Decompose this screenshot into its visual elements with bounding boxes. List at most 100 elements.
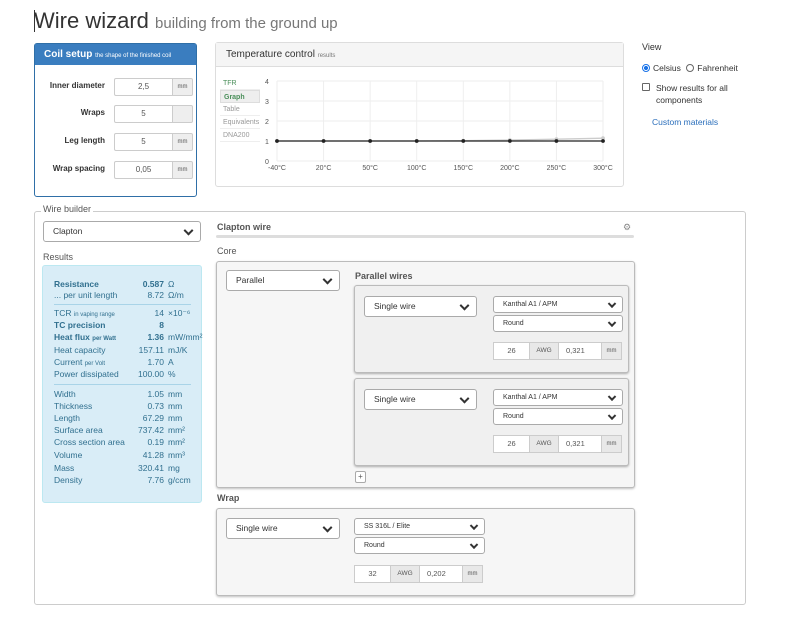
x-tick-label: -40°C [268, 164, 286, 172]
wrap-type-value: Single wire [236, 523, 278, 533]
result-unit: g/ccm [168, 475, 191, 485]
result-note: per Watt [92, 336, 117, 342]
chevron-down-icon [607, 392, 617, 401]
result-value: 1.05 [147, 389, 164, 399]
result-unit: mm² [168, 425, 185, 435]
result-key: Mass [54, 463, 75, 473]
results-divider [54, 384, 191, 385]
celsius-radio[interactable] [642, 64, 650, 72]
result-key: Cross section area [54, 437, 125, 447]
result-value: 0.73 [147, 401, 164, 411]
result-unit: mg [168, 463, 180, 473]
result-unit: mW/mm² [168, 332, 203, 342]
inner-diameter-unit: mm [172, 78, 193, 96]
result-value: 737.42 [138, 425, 164, 435]
chevron-down-icon [469, 521, 479, 530]
wrap-material-value: SS 316L / Elite [364, 523, 411, 530]
page-subtitle: building from the ground up [155, 15, 338, 32]
result-unit: ×10⁻⁶ [168, 308, 191, 318]
result-unit: mm³ [168, 450, 185, 460]
data-point [507, 139, 512, 143]
show-all-checkbox[interactable] [642, 83, 650, 91]
result-key: Current [54, 357, 83, 367]
result-unit: A [168, 357, 174, 367]
wire-2-unit: mm [601, 435, 622, 453]
gear-icon[interactable]: ⚙ [623, 222, 631, 233]
wire-2-gauge-input[interactable]: 26 [493, 435, 530, 453]
wire-1-shape-select[interactable]: Round [493, 315, 623, 332]
wire-2-type-value: Single wire [374, 394, 416, 404]
custom-materials-link[interactable]: Custom materials [652, 117, 718, 127]
coil-setup-panel: Coil setup the shape of the finished coi… [34, 43, 197, 197]
wire-1-type-select[interactable]: Single wire [364, 296, 477, 317]
wire-2-material-value: Kanthal A1 / APM [503, 394, 558, 401]
wrap-shape-select[interactable]: Round [354, 537, 485, 554]
result-value: 41.28 [142, 450, 164, 460]
wire-2-type-select[interactable]: Single wire [364, 389, 477, 410]
wire-1-unit: mm [601, 342, 622, 360]
wrap-gauge-group: 32 AWG 0,202 mm [354, 565, 484, 583]
result-value: 100.00 [138, 369, 164, 379]
result-row: Surface area 737.42 mm² [54, 425, 194, 436]
show-all-option: Show results for all components [642, 82, 752, 106]
result-unit: mm² [168, 437, 185, 447]
wrap-material-select[interactable]: SS 316L / Elite [354, 518, 485, 535]
wire-2-shape-select[interactable]: Round [493, 408, 623, 425]
wire-2-awg-toggle[interactable]: AWG [529, 435, 559, 453]
wire-1-awg-toggle[interactable]: AWG [529, 342, 559, 360]
data-point [275, 139, 279, 143]
wire-2-material-select[interactable]: Kanthal A1 / APM [493, 389, 623, 406]
wrap-spacing-input[interactable]: 0,05 [114, 161, 173, 179]
wrap-spacing-unit: mm [172, 161, 193, 179]
wire-type-select[interactable]: Clapton [43, 221, 201, 242]
result-row: Length 67.29 mm [54, 413, 194, 424]
coil-setup-note: the shape of the finished coil [95, 53, 172, 59]
wrap-awg-toggle[interactable]: AWG [390, 565, 420, 583]
result-row: Mass 320.41 mg [54, 463, 194, 474]
result-key: Width [54, 389, 76, 399]
result-key: Volume [54, 450, 83, 460]
chevron-down-icon [183, 225, 194, 236]
wraps-input[interactable]: 5 [114, 105, 173, 123]
wrap-gauge-input[interactable]: 32 [354, 565, 391, 583]
chevron-down-icon [459, 300, 470, 311]
result-unit: mm [168, 401, 183, 411]
result-value: 1.36 [147, 332, 164, 342]
result-key: TCR [54, 308, 72, 318]
chevron-down-icon [459, 393, 470, 404]
wraps-unit [172, 105, 193, 123]
chevron-down-icon [607, 411, 617, 420]
result-unit: Ω/m [168, 290, 184, 300]
fahrenheit-radio[interactable] [686, 64, 695, 72]
wire-1-gauge-input[interactable]: 26 [493, 342, 530, 360]
leg-length-label: Leg length [64, 136, 105, 145]
temperature-chart: 01234-40°C 20°C 50°C 100°C 150°C 200°C 250°C 30… [265, 79, 613, 172]
inner-diameter-row: Inner diameter 2,5 mm [35, 78, 198, 96]
results-divider [54, 304, 191, 305]
chevron-down-icon [322, 522, 333, 533]
data-point [461, 139, 466, 143]
show-all-label: Show results for all components [656, 83, 728, 105]
add-wire-button[interactable]: + [355, 471, 366, 483]
clapton-wire-label: Clapton wire [217, 222, 272, 232]
core-label: Core [217, 246, 237, 256]
chevron-down-icon [322, 274, 333, 285]
inner-diameter-input[interactable]: 2,5 [114, 78, 173, 96]
wrap-type-select[interactable]: Single wire [226, 518, 340, 539]
wire-1-diameter-input[interactable]: 0,321 [558, 342, 602, 360]
result-row: Current per Volt 1.70 A [54, 357, 194, 368]
coil-setup-header: Coil setup the shape of the finished coi… [35, 44, 196, 65]
leg-length-input[interactable]: 5 [114, 133, 173, 151]
x-tick-label: 250°C [547, 164, 567, 172]
chevron-down-icon [607, 299, 617, 308]
core-type-select[interactable]: Parallel [226, 270, 340, 291]
data-point [601, 139, 605, 143]
wraps-label: Wraps [80, 108, 105, 117]
wire-2-diameter-input[interactable]: 0,321 [558, 435, 602, 453]
result-value: 8.72 [147, 290, 164, 300]
x-tick-label: 300°C [593, 164, 613, 172]
wrap-diameter-input[interactable]: 0,202 [419, 565, 463, 583]
wire-1-material-select[interactable]: Kanthal A1 / APM [493, 296, 623, 313]
data-point [321, 139, 326, 143]
wire-1-material-value: Kanthal A1 / APM [503, 301, 558, 308]
